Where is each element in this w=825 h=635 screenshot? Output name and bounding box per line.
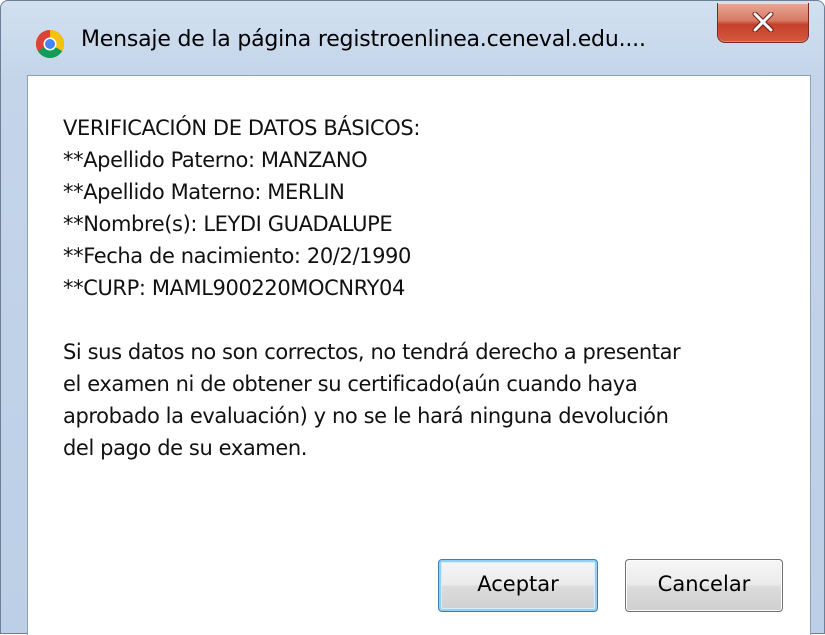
cancel-button[interactable]: Cancelar (625, 559, 783, 612)
warning-line: Si sus datos no son correctos, no tendrá… (63, 340, 681, 364)
message-line-curp: **CURP: MAML900220MOCNRY04 (63, 276, 405, 300)
title-bar[interactable]: Mensaje de la página registroenlinea.cen… (1, 1, 824, 75)
message-line-apellido-materno: **Apellido Materno: MERLIN (63, 180, 345, 204)
warning-line: del pago de su examen. (63, 436, 308, 460)
close-button[interactable] (717, 3, 809, 43)
accept-button[interactable]: Aceptar (438, 559, 598, 612)
message-line-nombre: **Nombre(s): LEYDI GUADALUPE (63, 212, 393, 236)
chrome-icon (35, 29, 65, 59)
dialog-window: Mensaje de la página registroenlinea.cen… (0, 0, 825, 635)
warning-line: aprobado la evaluación) y no se le hará … (63, 404, 669, 428)
dialog-body: VERIFICACIÓN DE DATOS BÁSICOS: **Apellid… (27, 75, 811, 635)
message-heading: VERIFICACIÓN DE DATOS BÁSICOS: (63, 116, 421, 140)
message-spacer (63, 304, 803, 336)
dialog-title: Mensaje de la página registroenlinea.cen… (81, 27, 646, 52)
message-line-apellido-paterno: **Apellido Paterno: MANZANO (63, 148, 368, 172)
message-text: VERIFICACIÓN DE DATOS BÁSICOS: **Apellid… (63, 112, 803, 464)
close-icon (752, 12, 774, 32)
message-line-fecha-nacimiento: **Fecha de nacimiento: 20/2/1990 (63, 244, 411, 268)
warning-line: el examen ni de obtener su certificado(a… (63, 372, 638, 396)
